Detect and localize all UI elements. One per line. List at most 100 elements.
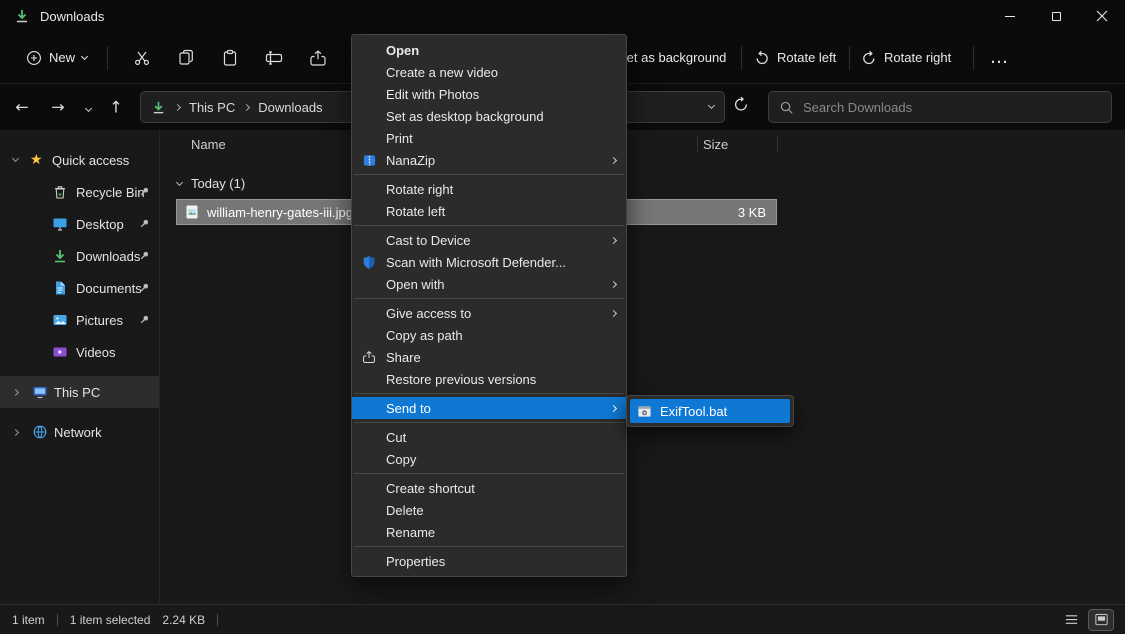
group-label: Today (1) (191, 176, 245, 191)
expander-icon[interactable] (12, 155, 19, 162)
paste-button[interactable] (213, 41, 247, 75)
share-icon (309, 49, 327, 67)
set-as-background-label: Set as background (618, 50, 726, 65)
pictures-icon (52, 312, 68, 328)
menu-item-rotate-left[interactable]: Rotate left (352, 200, 626, 222)
rotate-right-button[interactable]: Rotate right (861, 50, 951, 66)
sidebar-item-desktop[interactable]: Desktop (0, 208, 159, 240)
pin-icon (139, 218, 150, 229)
new-button-label: New (49, 50, 75, 65)
sidebar-item-network[interactable]: Network (0, 416, 159, 448)
menu-item-nanazip[interactable]: NanaZip (352, 149, 626, 171)
group-collapse-icon[interactable] (176, 178, 183, 185)
downloads-folder-icon (52, 248, 68, 264)
selected-size: 2.24 KB (162, 613, 205, 627)
menu-item-set-as-desktop-background[interactable]: Set as desktop background (352, 105, 626, 127)
batch-file-icon (637, 404, 652, 419)
column-header-name[interactable]: Name (191, 137, 226, 152)
breadcrumb-this-pc[interactable]: This PC (189, 100, 235, 115)
scissors-icon (133, 49, 151, 67)
sidebar-item-downloads[interactable]: Downloads (0, 240, 159, 272)
refresh-button[interactable] (733, 97, 749, 118)
menu-item-send-to[interactable]: Send to (352, 397, 626, 419)
sidebar-item-documents[interactable]: Documents (0, 272, 159, 304)
see-more-button[interactable]: … (990, 55, 1009, 61)
menu-item-properties[interactable]: Properties (352, 550, 626, 572)
rotate-left-label: Rotate left (777, 50, 836, 65)
column-divider[interactable] (697, 135, 698, 152)
menu-item-create-a-new-video[interactable]: Create a new video (352, 61, 626, 83)
menu-item-rename[interactable]: Rename (352, 521, 626, 543)
videos-icon (52, 344, 68, 360)
search-box[interactable] (768, 91, 1112, 123)
back-button[interactable]: ← (9, 98, 35, 117)
status-divider (217, 614, 218, 626)
forward-icon: → (51, 98, 64, 117)
menu-item-cast-to-device[interactable]: Cast to Device (352, 229, 626, 251)
menu-item-open-with[interactable]: Open with (352, 273, 626, 295)
recycle-bin-icon (52, 184, 68, 200)
group-header-today[interactable]: Today (1) (177, 176, 245, 191)
expander-icon[interactable] (12, 388, 19, 395)
close-icon (1096, 10, 1108, 22)
menu-item-restore-previous-versions[interactable]: Restore previous versions (352, 368, 626, 390)
expander-icon[interactable] (12, 428, 19, 435)
rename-icon (265, 49, 283, 67)
minimize-button[interactable] (987, 0, 1033, 32)
search-input[interactable] (803, 100, 1101, 115)
address-dropdown-icon[interactable] (708, 102, 715, 109)
menu-item-rotate-right[interactable]: Rotate right (352, 178, 626, 200)
submenu-item-exiftool-bat[interactable]: ExifTool.bat (630, 399, 790, 423)
maximize-button[interactable] (1033, 0, 1079, 32)
menu-item-give-access-to[interactable]: Give access to (352, 302, 626, 324)
share-icon (362, 350, 376, 364)
close-button[interactable] (1079, 0, 1125, 32)
send-to-submenu: ExifTool.bat (626, 395, 794, 427)
column-divider[interactable] (777, 135, 778, 152)
details-view-button[interactable] (1059, 610, 1083, 630)
breadcrumb-downloads[interactable]: Downloads (258, 100, 322, 115)
pin-icon (139, 314, 150, 325)
rotate-left-button[interactable]: Rotate left (754, 50, 836, 66)
rotate-right-label: Rotate right (884, 50, 951, 65)
search-icon (779, 100, 794, 115)
rename-button[interactable] (257, 41, 291, 75)
pin-icon (139, 282, 150, 293)
toolbar-divider (741, 46, 742, 70)
sidebar-item-this-pc[interactable]: This PC (0, 376, 159, 408)
menu-item-open[interactable]: Open (352, 39, 626, 61)
forward-button[interactable]: → (45, 98, 71, 117)
menu-item-copy[interactable]: Copy (352, 448, 626, 470)
menu-item-edit-with-photos[interactable]: Edit with Photos (352, 83, 626, 105)
menu-separator (354, 473, 624, 474)
menu-item-copy-as-path[interactable]: Copy as path (352, 324, 626, 346)
share-button[interactable] (301, 41, 335, 75)
item-count: 1 item (12, 613, 45, 627)
menu-item-share[interactable]: Share (352, 346, 626, 368)
sidebar-item-pictures[interactable]: Pictures (0, 304, 159, 336)
column-header-size[interactable]: Size (703, 137, 728, 152)
menu-item-create-shortcut[interactable]: Create shortcut (352, 477, 626, 499)
documents-icon (52, 280, 68, 296)
toolbar-divider (849, 46, 850, 70)
thumbnail-view-icon (1094, 612, 1109, 627)
thumbnail-view-button[interactable] (1089, 610, 1113, 630)
menu-item-scan-with-microsoft-defender[interactable]: Scan with Microsoft Defender... (352, 251, 626, 273)
downloads-location-icon (151, 100, 166, 115)
sidebar-item-quick-access[interactable]: ★ Quick access (0, 144, 159, 176)
menu-item-delete[interactable]: Delete (352, 499, 626, 521)
menu-item-cut[interactable]: Cut (352, 426, 626, 448)
minimize-icon (1005, 16, 1015, 17)
chevron-down-icon (81, 52, 88, 59)
cut-button[interactable] (125, 41, 159, 75)
image-file-icon (184, 204, 200, 220)
copy-button[interactable] (169, 41, 203, 75)
desktop-icon (52, 216, 68, 232)
new-button[interactable]: New (18, 44, 95, 72)
menu-item-print[interactable]: Print (352, 127, 626, 149)
sidebar-item-recycle-bin[interactable]: Recycle Bin (0, 176, 159, 208)
up-button[interactable]: ↑ (103, 98, 129, 117)
sidebar-item-videos[interactable]: Videos (0, 336, 159, 368)
title-bar: Downloads (0, 0, 1125, 32)
recent-locations-button[interactable] (77, 98, 99, 116)
